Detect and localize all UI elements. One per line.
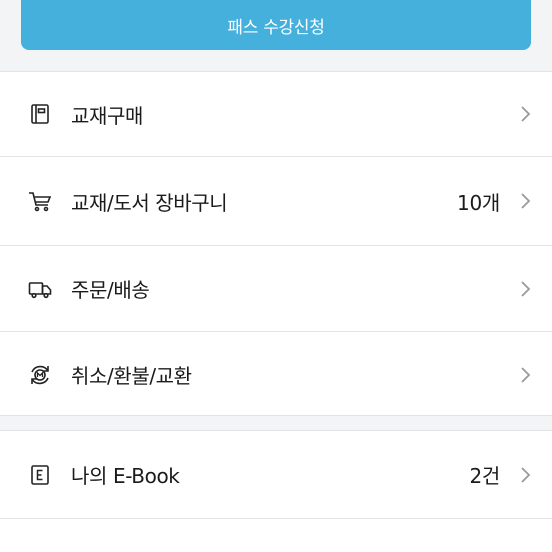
- ebook-group: 나의 E-Book 2건: [0, 430, 552, 552]
- ebook-icon: [28, 463, 52, 487]
- menu-item-order-delivery[interactable]: 주문/배송: [0, 245, 552, 331]
- menu-item-textbook-purchase[interactable]: 교재구매: [0, 72, 552, 156]
- top-area: 패스 수강신청: [0, 0, 552, 71]
- truck-icon: [28, 277, 52, 301]
- menu-item-label: 나의 E-Book: [71, 464, 180, 488]
- menu-item-cancel-refund-exchange[interactable]: 취소/환불/교환: [0, 331, 552, 417]
- chevron-right-icon: [518, 365, 532, 385]
- cart-icon: [28, 189, 52, 213]
- pass-enroll-button[interactable]: 패스 수강신청: [21, 0, 531, 50]
- chevron-right-icon: [518, 104, 532, 124]
- chevron-right-icon: [518, 191, 532, 211]
- chevron-right-icon: [518, 465, 532, 485]
- menu-item-cart[interactable]: 교재/도서 장바구니 10개: [0, 156, 552, 245]
- refund-cycle-icon: [28, 363, 52, 387]
- menu-item-label: 교재구매: [71, 103, 143, 128]
- cart-count: 10개: [457, 190, 500, 215]
- menu-item-my-ebook[interactable]: 나의 E-Book 2건: [0, 431, 552, 519]
- menu-item-label: 주문/배송: [71, 278, 150, 302]
- chevron-right-icon: [518, 279, 532, 299]
- book-icon: [28, 102, 52, 126]
- ebook-count: 2건: [469, 464, 500, 488]
- menu-group: 교재구매 교재/도서 장바구니 10개 주문/배송 취소/환불/교환: [0, 71, 552, 416]
- menu-item-label: 교재/도서 장바구니: [71, 190, 228, 215]
- menu-item-label: 취소/환불/교환: [71, 364, 192, 388]
